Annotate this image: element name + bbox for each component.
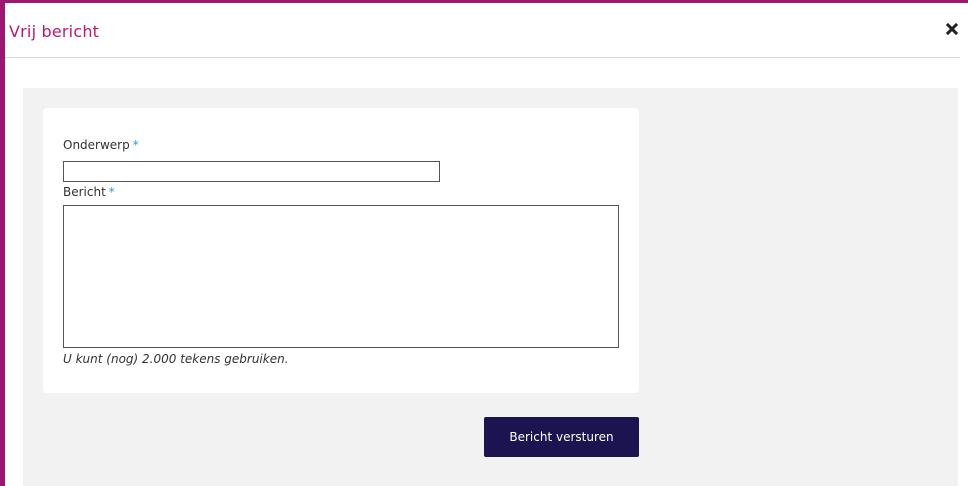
message-textarea[interactable] [63,205,619,348]
message-form: Onderwerp * Bericht * U kunt (nog) 2.000 t… [43,108,639,393]
message-label: Bericht * [63,185,115,199]
send-message-button[interactable]: Bericht versturen [484,417,639,457]
subject-label: Onderwerp * [63,138,139,152]
free-message-dialog: Vrij bericht Onderwerp * Bericht * U kunt … [0,0,968,486]
dialog-body: Onderwerp * Bericht * U kunt (nog) 2.000 t… [23,88,958,486]
close-icon [945,22,959,36]
dialog-title: Vrij bericht [9,22,100,41]
required-marker: * [108,185,115,199]
message-label-text: Bericht [63,185,106,199]
header-divider [5,57,960,58]
dialog-header: Vrij bericht [5,3,968,57]
close-button[interactable] [944,21,960,37]
required-marker: * [132,138,139,152]
char-counter: U kunt (nog) 2.000 tekens gebruiken. [63,352,289,366]
subject-label-text: Onderwerp [63,138,130,152]
subject-input[interactable] [63,161,440,182]
